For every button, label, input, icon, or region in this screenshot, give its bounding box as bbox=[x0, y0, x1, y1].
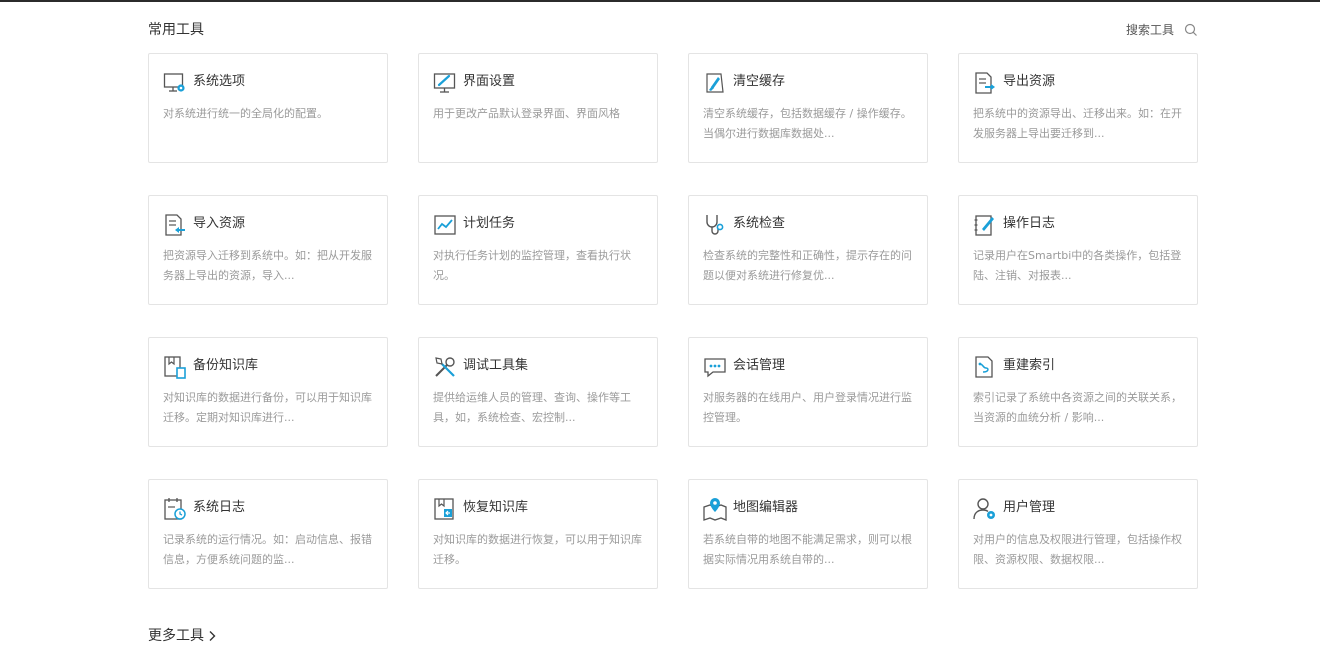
stethoscope-icon bbox=[706, 215, 724, 235]
line-chart-icon bbox=[434, 215, 456, 235]
tool-card-system-check[interactable]: 系统检查 检查系统的完整性和正确性，提示存在的问题以便对系统进行修复优... bbox=[688, 195, 928, 305]
tool-description: 清空系统缓存，包括数据缓存 / 操作缓存。当偶尔进行数据库数据处... bbox=[703, 107, 912, 140]
tool-title: 界面设置 bbox=[463, 74, 516, 89]
tool-card-system-options[interactable]: 系统选项 对系统进行统一的全局化的配置。 bbox=[148, 53, 388, 163]
tool-title: 系统选项 bbox=[193, 74, 246, 89]
tool-title: 地图编辑器 bbox=[733, 500, 799, 515]
chevron-right-icon bbox=[209, 631, 216, 641]
tool-card-map-editor[interactable]: 地图编辑器 若系统自带的地图不能满足需求，则可以根据实际情况用系统自带的... bbox=[688, 479, 928, 589]
map-pin-icon bbox=[703, 498, 727, 521]
section-title: 常用工具 bbox=[148, 22, 204, 38]
tool-title: 导入资源 bbox=[193, 216, 246, 231]
monitor-gear-icon bbox=[163, 73, 185, 92]
tool-card-import-resources[interactable]: 导入资源 把资源导入迁移到系统中。如：把从开发服务器上导出的资源，导入... bbox=[148, 195, 388, 305]
chat-icon bbox=[704, 358, 726, 378]
tool-title: 导出资源 bbox=[1003, 74, 1056, 89]
tool-description: 对执行任务计划的监控管理，查看执行状况。 bbox=[433, 249, 631, 282]
search-icon[interactable] bbox=[1184, 23, 1198, 37]
tool-card-restore-repository[interactable]: 恢复知识库 对知识库的数据进行恢复，可以用于知识库迁移。 bbox=[418, 479, 658, 589]
index-doc-icon bbox=[975, 356, 993, 378]
tool-card-operation-log[interactable]: 操作日志 记录用户在Smartbi中的各类操作，包括登陆、注销、对报表... bbox=[958, 195, 1198, 305]
tool-title: 调试工具集 bbox=[463, 358, 529, 373]
tool-title: 系统检查 bbox=[733, 216, 786, 231]
tool-description: 检查系统的完整性和正确性，提示存在的问题以便对系统进行修复优... bbox=[703, 249, 912, 282]
tool-description: 对服务器的在线用户、用户登录情况进行监控管理。 bbox=[703, 391, 912, 424]
tool-description: 索引记录了系统中各资源之间的关联关系，当资源的血统分析 / 影响... bbox=[973, 391, 1182, 424]
section-header: 常用工具 搜索工具 bbox=[148, 19, 1198, 41]
tool-description: 对知识库的数据进行备份，可以用于知识库迁移。定期对知识库进行... bbox=[163, 391, 372, 424]
tool-title: 清空缓存 bbox=[733, 74, 786, 89]
tool-card-ui-settings[interactable]: 界面设置 用于更改产品默认登录界面、界面风格 bbox=[418, 53, 658, 163]
tool-card-system-log[interactable]: 系统日志 记录系统的运行情况。如：启动信息、报错信息，方便系统问题的监... bbox=[148, 479, 388, 589]
tool-card-user-management[interactable]: 用户管理 对用户的信息及权限进行管理，包括操作权限、资源权限、数据权限... bbox=[958, 479, 1198, 589]
tool-card-clear-cache[interactable]: 清空缓存 清空系统缓存，包括数据缓存 / 操作缓存。当偶尔进行数据库数据处... bbox=[688, 53, 928, 163]
tool-title: 重建索引 bbox=[1003, 358, 1056, 373]
user-gear-icon bbox=[973, 498, 995, 520]
tool-description: 用于更改产品默认登录界面、界面风格 bbox=[433, 107, 620, 120]
tool-title: 恢复知识库 bbox=[463, 500, 529, 515]
tool-title: 用户管理 bbox=[1003, 500, 1056, 515]
tools-icon bbox=[435, 357, 455, 377]
export-doc-icon bbox=[975, 72, 995, 94]
tool-card-session-management[interactable]: 会话管理 对服务器的在线用户、用户登录情况进行监控管理。 bbox=[688, 337, 928, 447]
tool-description: 对用户的信息及权限进行管理，包括操作权限、资源权限、数据权限... bbox=[973, 533, 1182, 566]
tool-title: 会话管理 bbox=[733, 358, 786, 373]
tool-description: 把资源导入迁移到系统中。如：把从开发服务器上导出的资源，导入... bbox=[163, 249, 372, 282]
tool-description: 记录系统的运行情况。如：启动信息、报错信息，方便系统问题的监... bbox=[163, 533, 372, 566]
restore-book-icon bbox=[434, 498, 454, 520]
tool-description: 若系统自带的地图不能满足需求，则可以根据实际情况用系统自带的... bbox=[703, 533, 912, 566]
tool-description: 对知识库的数据进行恢复，可以用于知识库迁移。 bbox=[433, 533, 642, 566]
tool-description: 提供给运维人员的管理、查询、操作等工具，如，系统检查、宏控制... bbox=[433, 391, 631, 424]
more-tools-link[interactable]: 更多工具 bbox=[148, 625, 217, 647]
top-border bbox=[0, 0, 1320, 2]
tool-card-scheduled-tasks[interactable]: 计划任务 对执行任务计划的监控管理，查看执行状况。 bbox=[418, 195, 658, 305]
tool-card-backup-repository[interactable]: 备份知识库 对知识库的数据进行备份，可以用于知识库迁移。定期对知识库进行... bbox=[148, 337, 388, 447]
broom-icon bbox=[706, 73, 724, 93]
tool-title: 操作日志 bbox=[1003, 216, 1056, 231]
tool-description: 对系统进行统一的全局化的配置。 bbox=[163, 107, 328, 120]
search-tools-button[interactable]: 搜索工具 bbox=[1126, 20, 1198, 40]
tool-description: 把系统中的资源导出、迁移出来。如：在开发服务器上导出要迁移到... bbox=[973, 107, 1182, 140]
more-tools-label: 更多工具 bbox=[148, 628, 204, 644]
tool-card-export-resources[interactable]: 导出资源 把系统中的资源导出、迁移出来。如：在开发服务器上导出要迁移到... bbox=[958, 53, 1198, 163]
monitor-brush-icon bbox=[433, 73, 456, 93]
tool-card-rebuild-index[interactable]: 重建索引 索引记录了系统中各资源之间的关联关系，当资源的血统分析 / 影响... bbox=[958, 337, 1198, 447]
import-doc-icon bbox=[165, 214, 185, 236]
tool-card-debug-tools[interactable]: 调试工具集 提供给运维人员的管理、查询、操作等工具，如，系统检查、宏控制... bbox=[418, 337, 658, 447]
notebook-pen-icon bbox=[974, 215, 994, 236]
calendar-clock-icon bbox=[164, 498, 186, 520]
search-tools-label: 搜索工具 bbox=[1125, 23, 1174, 37]
tool-description: 记录用户在Smartbi中的各类操作，包括登陆、注销、对报表... bbox=[973, 249, 1182, 282]
tool-title: 备份知识库 bbox=[193, 358, 259, 373]
tool-title: 系统日志 bbox=[193, 500, 246, 515]
backup-book-icon bbox=[164, 356, 186, 379]
tool-title: 计划任务 bbox=[463, 216, 516, 231]
